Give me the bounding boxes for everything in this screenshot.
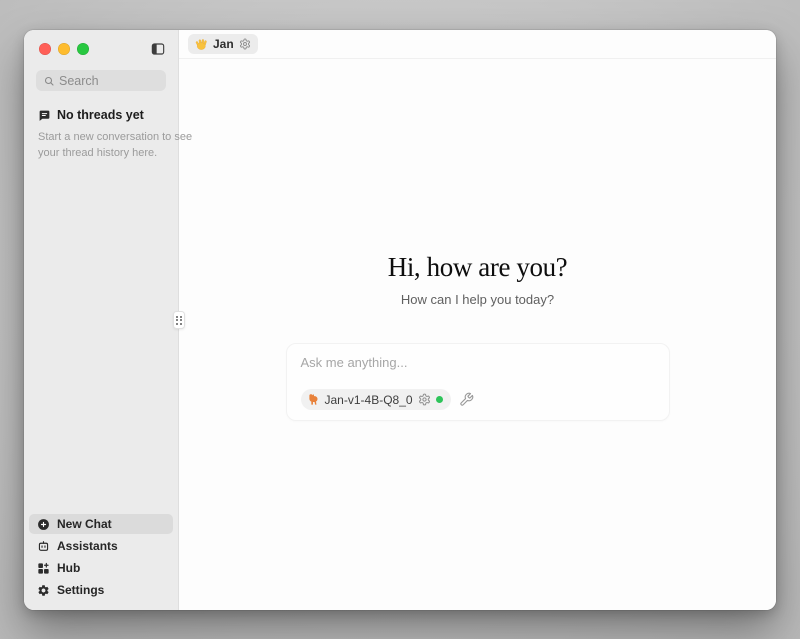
sidebar: Search No threads yet Start a new conver… (24, 30, 179, 610)
model-status-dot (436, 396, 443, 403)
gear-icon (37, 584, 50, 597)
empty-state-description: Start a new conversation to see your thr… (38, 130, 164, 162)
sidebar-titlebar (24, 30, 178, 64)
traffic-lights (39, 43, 89, 55)
sidebar-item-label: New Chat (57, 517, 112, 531)
message-composer[interactable]: Ask me anything... Jan-v1-4B-Q8_0 (286, 343, 670, 421)
sidebar-item-label: Hub (57, 561, 80, 575)
sidebar-item-label: Settings (57, 583, 104, 597)
sidebar-item-new-chat[interactable]: New Chat (29, 514, 173, 534)
blocks-icon (37, 562, 50, 575)
tab-bar: Jan (179, 30, 776, 59)
model-selector[interactable]: Jan-v1-4B-Q8_0 (301, 389, 451, 410)
sidebar-nav: New Chat Assistants (24, 514, 178, 610)
chat-empty-area: Hi, how are you? How can I help you toda… (179, 59, 776, 610)
wave-icon (195, 38, 208, 51)
app-window: Search No threads yet Start a new conver… (24, 30, 776, 610)
llama-icon (307, 393, 320, 406)
composer-placeholder[interactable]: Ask me anything... (301, 355, 655, 370)
plus-circle-icon (37, 518, 50, 531)
sidebar-item-settings[interactable]: Settings (29, 580, 173, 600)
tab-jan[interactable]: Jan (188, 34, 258, 54)
sidebar-item-assistants[interactable]: Assistants (29, 536, 173, 556)
threads-empty-state: No threads yet Start a new conversation … (38, 108, 164, 162)
greeting-subtitle: How can I help you today? (401, 292, 554, 307)
search-placeholder: Search (59, 74, 99, 88)
zoom-button[interactable] (77, 43, 89, 55)
panel-left-icon (150, 41, 166, 57)
tools-wrench-button[interactable] (459, 392, 475, 408)
empty-state-title: No threads yet (57, 108, 144, 122)
tab-gear-icon[interactable] (239, 38, 251, 50)
message-bubble-icon (38, 109, 51, 122)
composer-toolbar: Jan-v1-4B-Q8_0 (301, 389, 655, 410)
model-name: Jan-v1-4B-Q8_0 (325, 393, 413, 407)
tab-label: Jan (213, 37, 234, 51)
greeting-title: Hi, how are you? (388, 252, 568, 283)
sidebar-item-label: Assistants (57, 539, 118, 553)
sidebar-resize-handle[interactable] (173, 311, 185, 329)
close-button[interactable] (39, 43, 51, 55)
search-icon (43, 75, 55, 87)
sidebar-toggle-button[interactable] (149, 40, 167, 58)
bot-icon (37, 540, 50, 553)
model-settings-gear-icon[interactable] (418, 393, 431, 406)
minimize-button[interactable] (58, 43, 70, 55)
sidebar-item-hub[interactable]: Hub (29, 558, 173, 578)
search-input[interactable]: Search (36, 70, 166, 91)
main-panel: Jan Hi, how are you? How can I help you … (179, 30, 776, 610)
